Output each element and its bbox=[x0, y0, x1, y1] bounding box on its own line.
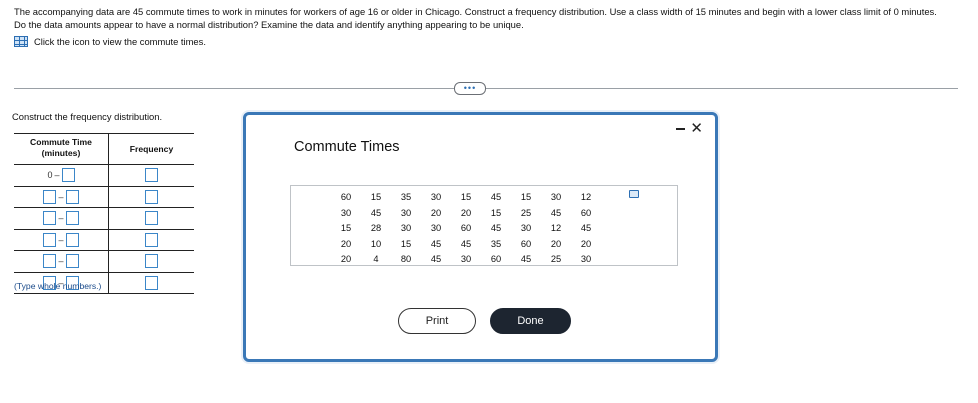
close-icon[interactable]: ✕ bbox=[690, 121, 703, 136]
table-cell: 60 bbox=[460, 223, 472, 233]
table-cell: 45 bbox=[490, 192, 502, 202]
table-cell: 80 bbox=[400, 254, 412, 264]
section-divider bbox=[14, 88, 958, 89]
minimize-icon[interactable] bbox=[676, 128, 685, 130]
done-button[interactable]: Done bbox=[490, 308, 571, 334]
frequency-table: Commute Time (minutes) Frequency 0 – – –… bbox=[14, 133, 194, 294]
table-cell: 15 bbox=[400, 238, 412, 249]
table-cell: 15 bbox=[490, 207, 502, 218]
table-cell: 35 bbox=[490, 238, 502, 249]
table-cell: 20 bbox=[430, 207, 442, 218]
instruction-label: Construct the frequency distribution. bbox=[12, 111, 163, 122]
table-row: – bbox=[14, 208, 194, 230]
lower-limit-input[interactable] bbox=[43, 189, 57, 204]
table-cell: 60 bbox=[520, 238, 532, 249]
table-row: 20 4 80 45 30 60 45 25 30 bbox=[331, 252, 601, 267]
table-cell: 30 bbox=[580, 254, 592, 264]
commute-data-table: 60 15 35 30 15 45 15 30 12 30 45 30 20 20 15 25 45 60 15 28… bbox=[290, 185, 678, 266]
range-dash: – bbox=[54, 170, 60, 181]
table-cell: 45 bbox=[520, 254, 532, 264]
table-cell: 28 bbox=[370, 223, 382, 233]
range-dash: – bbox=[58, 213, 64, 224]
table-row: 20 10 15 45 45 35 60 20 20 bbox=[331, 237, 601, 252]
range-dash: – bbox=[58, 234, 64, 245]
lower-limit-input[interactable] bbox=[43, 254, 57, 269]
upper-limit-input[interactable] bbox=[61, 168, 75, 183]
range-dash: – bbox=[58, 191, 64, 202]
range-dash: – bbox=[58, 256, 64, 267]
lower-limit-text: 0 bbox=[47, 170, 53, 181]
table-cell: 35 bbox=[400, 192, 412, 202]
table-cell: 60 bbox=[580, 207, 592, 218]
table-cell: 30 bbox=[520, 223, 532, 233]
table-cell: 30 bbox=[430, 223, 442, 233]
table-cell: 20 bbox=[340, 238, 352, 249]
table-cell: 12 bbox=[550, 223, 562, 233]
header-frequency: Frequency bbox=[129, 144, 174, 154]
table-cell: 60 bbox=[340, 192, 352, 202]
frequency-input[interactable] bbox=[145, 189, 158, 204]
commute-times-dialog: Commute Times ✕ 60 15 35 30 15 45 15 30 12 30 45 30… bbox=[243, 112, 718, 362]
dialog-title: Commute Times bbox=[294, 139, 400, 155]
lower-limit-input[interactable] bbox=[43, 211, 57, 226]
table-row: 0 – bbox=[14, 165, 194, 187]
table-cell: 25 bbox=[550, 254, 562, 264]
table-cell: 20 bbox=[580, 238, 592, 249]
table-cell: 30 bbox=[400, 207, 412, 218]
view-data-link-label[interactable]: Click the icon to view the commute times… bbox=[34, 36, 206, 47]
table-cell: 45 bbox=[580, 223, 592, 233]
table-cell: 45 bbox=[430, 254, 442, 264]
frequency-input[interactable] bbox=[145, 275, 158, 290]
frequency-input[interactable] bbox=[145, 232, 158, 247]
table-cell: 25 bbox=[520, 207, 532, 218]
table-row: – bbox=[14, 251, 194, 273]
table-cell: 45 bbox=[490, 223, 502, 233]
header-commute-time: Commute Time (minutes) bbox=[14, 134, 109, 164]
upper-limit-input[interactable] bbox=[65, 211, 79, 226]
table-cell: 20 bbox=[460, 207, 472, 218]
upper-limit-input[interactable] bbox=[65, 189, 79, 204]
frequency-input[interactable] bbox=[145, 168, 158, 183]
table-cell: 15 bbox=[460, 192, 472, 202]
table-row: – bbox=[14, 229, 194, 251]
frequency-input[interactable] bbox=[145, 211, 158, 226]
table-cell: 60 bbox=[490, 254, 502, 264]
lower-limit-input[interactable] bbox=[43, 232, 57, 247]
table-cell: 30 bbox=[550, 192, 562, 202]
table-row: – bbox=[14, 186, 194, 208]
question-prompt: The accompanying data are 45 commute tim… bbox=[14, 6, 937, 30]
table-cell: 20 bbox=[550, 238, 562, 249]
table-cell: 45 bbox=[370, 207, 382, 218]
upper-limit-input[interactable] bbox=[65, 254, 79, 269]
table-cell: 45 bbox=[430, 238, 442, 249]
table-cell: 30 bbox=[340, 207, 352, 218]
more-options-button[interactable]: ••• bbox=[454, 82, 486, 95]
table-row: 60 15 35 30 15 45 15 30 12 bbox=[331, 190, 601, 205]
table-row: 15 28 30 30 60 45 30 12 45 bbox=[331, 221, 601, 236]
data-table-icon[interactable] bbox=[14, 36, 28, 47]
table-cell: 15 bbox=[520, 192, 532, 202]
table-cell: 30 bbox=[460, 254, 472, 264]
table-cell: 4 bbox=[373, 254, 379, 264]
table-cell: 20 bbox=[340, 254, 352, 264]
table-cell: 45 bbox=[550, 207, 562, 218]
upper-limit-input[interactable] bbox=[65, 232, 79, 247]
view-data-link[interactable]: Click the icon to view the commute times… bbox=[14, 36, 206, 47]
frequency-table-header: Commute Time (minutes) Frequency bbox=[14, 133, 194, 165]
table-cell: 10 bbox=[370, 238, 382, 249]
frequency-input[interactable] bbox=[145, 254, 158, 269]
table-cell: 30 bbox=[400, 223, 412, 233]
table-cell: 15 bbox=[370, 192, 382, 202]
table-cell: 30 bbox=[430, 192, 442, 202]
table-cell: 12 bbox=[580, 192, 592, 202]
print-button[interactable]: Print bbox=[398, 308, 476, 334]
answer-format-note: (Type whole numbers.) bbox=[14, 281, 102, 291]
table-row: 30 45 30 20 20 15 25 45 60 bbox=[331, 206, 601, 221]
table-cell: 15 bbox=[340, 223, 352, 233]
table-cell: 45 bbox=[460, 238, 472, 249]
copy-data-icon[interactable] bbox=[629, 190, 639, 198]
